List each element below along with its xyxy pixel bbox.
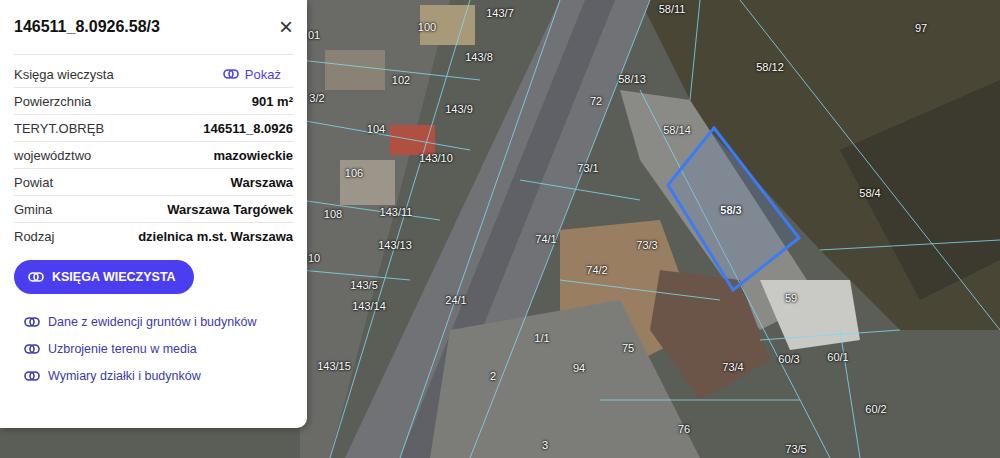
parcel-label[interactable]: 143/7: [486, 7, 514, 19]
parcel-label[interactable]: 59: [785, 292, 797, 304]
info-row: Rodzaj dzielnica m.st. Warszawa: [14, 223, 293, 249]
button-area: KSIĘGA WIECZYSTA: [14, 249, 293, 294]
links-list: Dane z ewidencji gruntów i budynków Uzbro…: [14, 294, 293, 383]
row-label: Powiat: [14, 175, 53, 190]
row-value: mazowieckie: [214, 148, 294, 163]
parcel-label[interactable]: 74/2: [586, 264, 607, 276]
row-value: Warszawa: [231, 175, 293, 190]
parcel-label[interactable]: 60/1: [827, 351, 848, 363]
land-register-button[interactable]: KSIĘGA WIECZYSTA: [14, 260, 194, 294]
parcel-label[interactable]: 143/11: [380, 206, 413, 218]
parcel-label[interactable]: 143/14: [352, 300, 386, 312]
parcel-label[interactable]: 72: [590, 95, 602, 107]
info-rows: Księga wieczysta Pokaż Powierzchnia 901 m² T…: [14, 55, 293, 249]
parcel-label[interactable]: 60/2: [865, 403, 886, 415]
row-label: województwo: [14, 148, 91, 163]
parcel-label[interactable]: 143/10: [419, 152, 453, 164]
parcel-label[interactable]: 2: [490, 370, 496, 382]
parcel-label[interactable]: 106: [345, 167, 363, 179]
parcel-label[interactable]: 76: [678, 423, 690, 435]
link-icon: [24, 317, 40, 327]
parcel-label[interactable]: 73/5: [785, 443, 806, 455]
info-row: Powierzchnia 901 m²: [14, 88, 293, 115]
link-icon: [28, 272, 44, 282]
parcel-label[interactable]: 143/15: [317, 360, 351, 372]
parcel-label[interactable]: 24/1: [445, 294, 466, 306]
close-button[interactable]: ×: [279, 15, 293, 39]
row-label: Księga wieczysta: [14, 67, 114, 82]
parcel-label[interactable]: 94: [573, 362, 585, 374]
info-row: Powiat Warszawa: [14, 169, 293, 196]
panel-header: 146511_8.0926.58/3 ×: [14, 0, 293, 55]
row-value: Warszawa Targówek: [167, 202, 293, 217]
link-text[interactable]: Dane z ewidencji gruntów i budynków: [48, 315, 256, 329]
info-row: Gmina Warszawa Targówek: [14, 196, 293, 223]
info-row: Księga wieczysta Pokaż: [14, 61, 293, 88]
parcel-label[interactable]: 58/12: [756, 61, 784, 73]
link-text[interactable]: Pokaż: [245, 67, 281, 82]
parcel-label[interactable]: 73/3: [636, 239, 657, 251]
parcel-label[interactable]: 10: [308, 252, 320, 264]
selected-parcel-outline[interactable]: [668, 128, 799, 290]
parcel-label[interactable]: 58/4: [859, 187, 880, 199]
parcel-label[interactable]: 58/13: [618, 73, 646, 85]
parcel-label[interactable]: 58/3: [720, 204, 741, 216]
parcel-label[interactable]: 60/3: [778, 353, 799, 365]
link-icon: [24, 371, 40, 381]
info-row: TERYT.OBRĘB 146511_8.0926: [14, 115, 293, 142]
info-row: województwo mazowieckie: [14, 142, 293, 169]
parcel-label[interactable]: 3: [542, 439, 548, 451]
parcel-label[interactable]: 58/11: [659, 3, 686, 15]
row-value: dzielnica m.st. Warszawa: [138, 229, 293, 244]
link-text[interactable]: Wymiary działki i budynków: [48, 369, 201, 383]
row-label: Powierzchnia: [14, 94, 91, 109]
row-label: Gmina: [14, 202, 52, 217]
parcel-label[interactable]: 3/2: [309, 92, 324, 104]
show-link[interactable]: Pokaż: [223, 67, 281, 82]
parcel-label[interactable]: 100: [418, 21, 436, 33]
row-label: Rodzaj: [14, 229, 54, 244]
parcel-label[interactable]: 143/5: [350, 279, 378, 291]
parcel-label[interactable]: 143/8: [465, 51, 493, 63]
row-label: TERYT.OBRĘB: [14, 121, 104, 136]
parcel-label[interactable]: 73/1: [577, 162, 598, 174]
parcel-info-panel: 146511_8.0926.58/3 × Księga wieczysta Pokaż…: [0, 0, 307, 428]
row-value: 146511_8.0926: [203, 121, 293, 136]
link-text[interactable]: Uzbrojenie terenu w media: [48, 342, 197, 356]
panel-title: 146511_8.0926.58/3: [14, 18, 160, 36]
parcel-label[interactable]: 58/14: [663, 124, 691, 136]
parcel-label[interactable]: 75: [622, 342, 634, 354]
link-icon: [223, 69, 239, 79]
row-value: 901 m²: [252, 94, 293, 109]
panel-link[interactable]: Uzbrojenie terenu w media: [14, 342, 293, 356]
panel-link[interactable]: Wymiary działki i budynków: [14, 369, 293, 383]
parcel-label[interactable]: 102: [392, 74, 410, 86]
link-icon: [24, 344, 40, 354]
parcel-label[interactable]: 73/4: [722, 361, 743, 373]
parcel-label[interactable]: 104: [367, 123, 385, 135]
parcel-label[interactable]: 143/9: [445, 103, 473, 115]
parcel-label[interactable]: 01: [308, 29, 320, 41]
parcel-label[interactable]: 97: [915, 22, 927, 34]
button-label[interactable]: KSIĘGA WIECZYSTA: [52, 270, 176, 284]
parcel-label[interactable]: 108: [324, 208, 342, 220]
parcel-label[interactable]: 143/13: [378, 239, 412, 251]
map-app: 143/758/119710001143/858/1210258/133/272…: [0, 0, 1000, 458]
parcel-label[interactable]: 74/1: [535, 233, 556, 245]
parcel-label[interactable]: 1/1: [534, 332, 549, 344]
panel-link[interactable]: Dane z ewidencji gruntów i budynków: [14, 315, 293, 329]
